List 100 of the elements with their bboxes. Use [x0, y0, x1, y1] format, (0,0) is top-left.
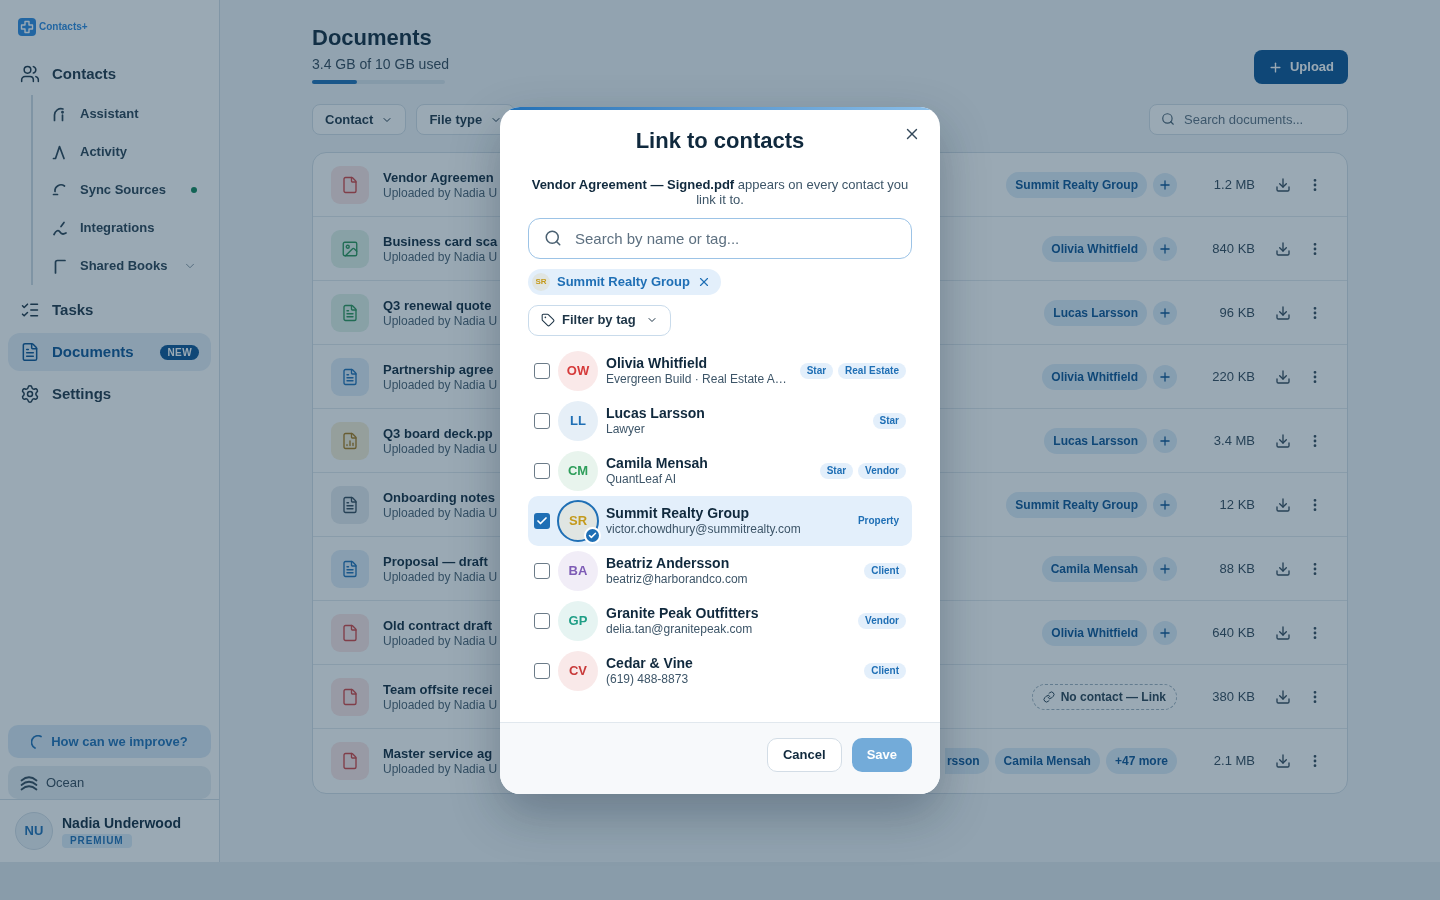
download-icon[interactable]: [1275, 496, 1291, 513]
download-icon[interactable]: [1275, 304, 1291, 321]
add-contact-button[interactable]: [1153, 492, 1177, 517]
plus-icon: [1158, 497, 1172, 512]
download-icon[interactable]: [1275, 624, 1291, 641]
document-title[interactable]: Q3 board deck.pp: [383, 424, 498, 442]
logo-text: Contacts+: [39, 21, 88, 33]
download-icon[interactable]: [1275, 240, 1291, 257]
add-contact-button[interactable]: [1153, 172, 1177, 197]
contact-detail: Lawyer: [606, 421, 646, 437]
sidebar-subitem[interactable]: Sync Sources: [33, 171, 211, 209]
contact-chip[interactable]: Olivia Whitfield: [1042, 363, 1147, 390]
user-avatar: NU: [15, 812, 53, 850]
contact-chip[interactable]: rsson: [944, 748, 989, 774]
document-icon: [331, 357, 369, 396]
uploader-text: Uploaded by Nadia U: [383, 633, 498, 649]
contact-chip[interactable]: Lucas Larsson: [1044, 427, 1147, 454]
download-icon[interactable]: [1275, 753, 1291, 769]
document-title[interactable]: Old contract draft: [383, 616, 498, 634]
uploader-text: Uploaded by Nadia U: [383, 313, 498, 329]
sidebar-subitem[interactable]: Activity: [33, 133, 211, 171]
search-field[interactable]: Search documents...: [1149, 104, 1348, 135]
avatar: OW: [558, 350, 598, 391]
document-title[interactable]: Q3 renewal quote: [383, 296, 498, 314]
filter-button[interactable]: Filter by tag: [528, 304, 671, 336]
file-size: 380 KB: [1211, 687, 1255, 706]
uploader-text: Uploaded by Nadia U: [383, 569, 498, 585]
add-contact-button[interactable]: [1153, 300, 1177, 325]
contact-name: Summit Realty Group: [557, 272, 690, 291]
cancel-button[interactable]: Cancel: [767, 737, 842, 772]
checkbox[interactable]: [534, 612, 550, 629]
theme-button[interactable]: Ocean: [8, 766, 211, 799]
document-title[interactable]: Partnership agree: [383, 360, 498, 378]
uploader-text: Uploaded by Nadia U: [383, 441, 498, 457]
document-icon: [331, 485, 369, 524]
contact-chip[interactable]: Camila Mensah: [994, 748, 1100, 774]
contact-chip[interactable]: Lucas Larsson: [1044, 299, 1147, 326]
contact-chip[interactable]: Summit Realty Group: [1006, 171, 1147, 198]
file-size: 1.2 MB: [1212, 175, 1255, 194]
filter-dropdown[interactable]: Contact: [312, 104, 407, 135]
file-size: 640 KB: [1211, 623, 1255, 642]
sidebar-item[interactable]: Contacts: [8, 55, 211, 93]
sidebar-item[interactable]: Documents NEW: [8, 333, 211, 371]
add-contact-button[interactable]: [1153, 236, 1177, 261]
contact-chip[interactable]: Camila Mensah: [1041, 555, 1147, 582]
checkbox[interactable]: [534, 662, 550, 679]
contact-detail: victor.chowdhury@summitrealty.com: [606, 521, 801, 537]
document-title[interactable]: Onboarding notes: [383, 488, 498, 506]
link-icon: [1042, 690, 1055, 703]
contact-chip[interactable]: Summit Realty Group: [1006, 491, 1147, 518]
contact-name: Summit Realty Group: [606, 504, 751, 522]
file-icon: [331, 677, 369, 716]
avatar: LL: [558, 400, 598, 441]
document-title[interactable]: Proposal — draft: [383, 552, 498, 570]
contact-chip[interactable]: Olivia Whitfield: [1042, 619, 1147, 646]
checkbox[interactable]: [534, 562, 550, 579]
sidebar-item[interactable]: Settings: [8, 375, 211, 413]
contact-tag: Vendor: [858, 612, 906, 629]
contact-row[interactable]: SR Summit Realty Group victor.chowdhury@summitrealty.com Property: [528, 495, 912, 546]
add-contact-button[interactable]: [1153, 428, 1177, 453]
document-title[interactable]: Master service ag: [383, 745, 498, 762]
sidebar-subitem[interactable]: Assistant: [33, 95, 211, 133]
checkbox[interactable]: [534, 512, 550, 529]
storage-usage-text: 3.4 GB of 10 GB used: [312, 56, 449, 72]
sidebar-item[interactable]: Tasks: [8, 291, 211, 329]
document-title[interactable]: Vendor Agreemen: [383, 168, 498, 186]
new-badge: NEW: [160, 344, 199, 360]
tag-icon: [541, 313, 555, 327]
document-title[interactable]: Business card sca: [383, 232, 498, 250]
checkbox[interactable]: [534, 412, 550, 429]
more-contacts-chip[interactable]: +47 more: [1105, 748, 1177, 774]
download-icon[interactable]: [1275, 560, 1291, 577]
file-size: 88 KB: [1218, 559, 1255, 578]
download-icon[interactable]: [1275, 432, 1291, 449]
contact-chip[interactable]: Olivia Whitfield: [1042, 235, 1147, 262]
contact-detail: beatriz@harborandco.com: [606, 571, 748, 587]
add-contact-button[interactable]: [1153, 364, 1177, 389]
add-contact-button[interactable]: [1153, 556, 1177, 581]
file-size: 840 KB: [1211, 239, 1255, 258]
sidebar-subitem[interactable]: Shared Books: [33, 247, 211, 285]
chart-file-icon: [331, 421, 369, 460]
contact-tag: Star: [819, 462, 854, 479]
contact-search-field[interactable]: Search by name or tag...: [528, 217, 912, 259]
download-icon[interactable]: [1275, 176, 1291, 193]
document-title[interactable]: Team offsite recei: [383, 680, 498, 698]
contact-name: Lucas Larsson: [606, 404, 705, 422]
download-icon[interactable]: [1275, 368, 1291, 385]
sidebar-subitem[interactable]: Integrations: [33, 209, 211, 247]
feedback-button[interactable]: How can we improve?: [8, 725, 211, 758]
arc-icon: [52, 182, 68, 198]
checkbox[interactable]: [534, 362, 550, 379]
avatar: GP: [558, 600, 598, 641]
contact-detail: QuantLeaf AI: [606, 471, 678, 487]
download-icon[interactable]: [1275, 688, 1291, 705]
waves-icon: [20, 774, 38, 791]
checkbox[interactable]: [534, 462, 550, 479]
add-contact-button[interactable]: [1153, 620, 1177, 645]
arc-icon: [31, 734, 44, 749]
contact-tag: Client: [864, 562, 906, 579]
upload-button[interactable]: Upload: [1253, 50, 1348, 84]
